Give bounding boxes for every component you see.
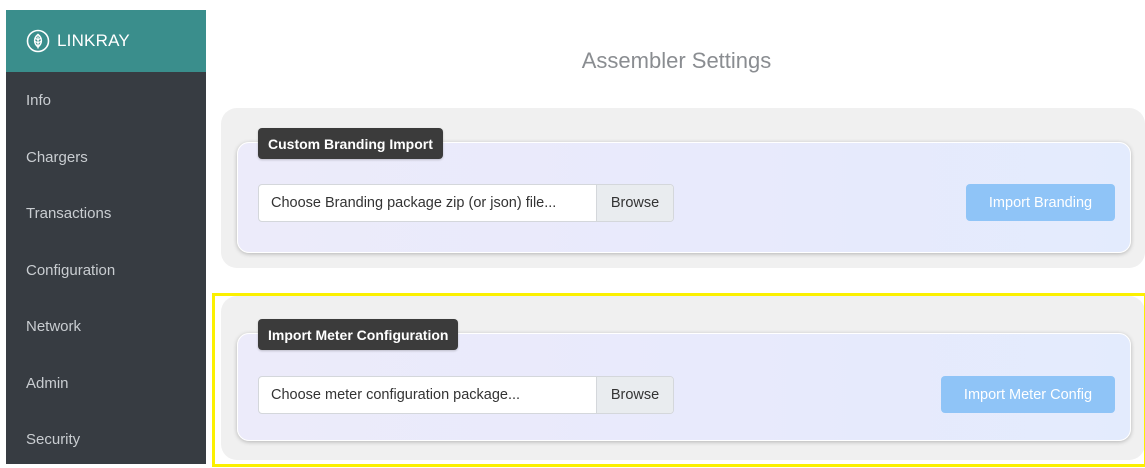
meter-config-file-placeholder[interactable]: Choose meter configuration package... [259,377,596,413]
branding-section-title: Custom Branding Import [258,128,443,159]
brand-name: LINKRAY [57,31,130,51]
import-branding-button[interactable]: Import Branding [966,184,1115,221]
import-meter-config-button[interactable]: Import Meter Config [941,376,1115,413]
meter-config-file-input[interactable]: Choose meter configuration package... Br… [258,376,674,414]
sidebar-item-network[interactable]: Network [6,299,206,356]
sidebar-item-configuration[interactable]: Configuration [6,242,206,299]
meter-config-browse-button[interactable]: Browse [596,377,673,413]
sidebar: LINKRAY Info Chargers Transactions Confi… [6,10,206,464]
sidebar-item-chargers[interactable]: Chargers [6,129,206,186]
meter-config-section-title: Import Meter Configuration [258,319,458,350]
branding-file-placeholder[interactable]: Choose Branding package zip (or json) fi… [259,185,596,221]
branding-import-card: Custom Branding Import Choose Branding p… [221,108,1145,268]
sidebar-item-admin[interactable]: Admin [6,355,206,412]
brand-logo-link[interactable]: LINKRAY [6,10,206,72]
meter-config-card: Import Meter Configuration Choose meter … [221,296,1145,460]
sidebar-item-info[interactable]: Info [6,72,206,129]
page-title: Assembler Settings [208,48,1145,74]
leaf-logo-icon [26,29,50,53]
branding-browse-button[interactable]: Browse [596,185,673,221]
sidebar-item-security[interactable]: Security [6,412,206,468]
sidebar-item-transactions[interactable]: Transactions [6,186,206,243]
branding-file-input[interactable]: Choose Branding package zip (or json) fi… [258,184,674,222]
